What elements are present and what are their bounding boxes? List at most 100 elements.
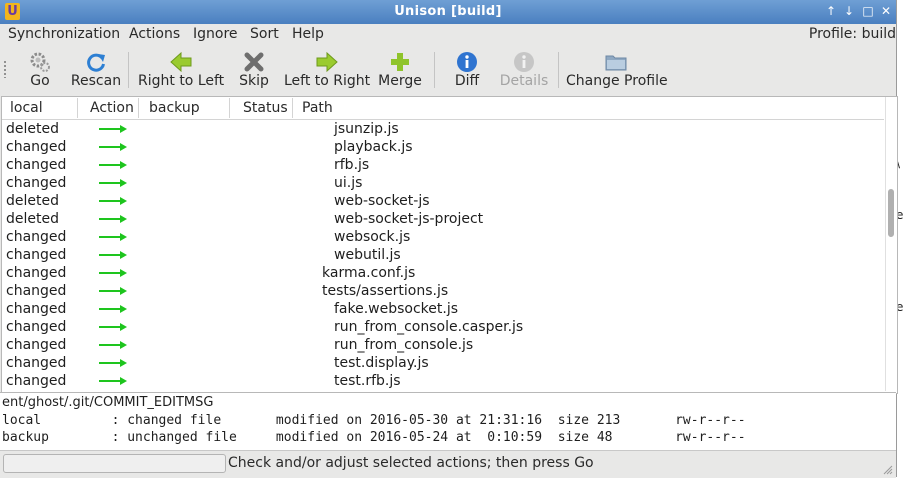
column-local[interactable]: local — [10, 100, 43, 116]
row-local-status: changed — [6, 337, 67, 353]
table-row[interactable]: changed run_from_console.casper.js — [2, 318, 884, 336]
left-to-right-button[interactable]: Left to Right — [284, 48, 370, 92]
action-arrow-right-icon[interactable] — [98, 269, 128, 277]
row-local-status: deleted — [6, 121, 59, 137]
window-up-button[interactable]: ↑ — [823, 3, 839, 19]
table-row[interactable]: changed fake.websocket.js — [2, 300, 884, 318]
toolbar-grip[interactable] — [3, 60, 7, 78]
action-arrow-right-icon[interactable] — [98, 305, 128, 313]
action-arrow-right-icon[interactable] — [98, 179, 128, 187]
action-arrow-right-icon[interactable] — [98, 377, 128, 385]
unison-window: U Unison [build] ↑ ↓ □ ✕ Synchronization… — [0, 0, 898, 478]
vertical-scrollbar[interactable] — [885, 97, 897, 391]
arrow-right-icon — [316, 51, 338, 73]
change-profile-button[interactable]: Change Profile — [566, 48, 668, 92]
action-arrow-right-icon[interactable] — [98, 161, 128, 169]
table-row[interactable]: changed websock.js — [2, 228, 884, 246]
column-divider[interactable] — [77, 98, 78, 118]
title-bar[interactable]: U Unison [build] ↑ ↓ □ ✕ — [0, 0, 896, 24]
resize-grip-icon[interactable] — [883, 465, 893, 475]
action-arrow-right-icon[interactable] — [98, 215, 128, 223]
row-path: rfb.js — [334, 157, 370, 173]
row-path: test.rfb.js — [334, 373, 401, 389]
row-path: webutil.js — [334, 247, 401, 263]
table-row[interactable]: changed rfb.js — [2, 156, 884, 174]
skip-label: Skip — [239, 73, 269, 89]
menu-actions[interactable]: Actions — [129, 26, 180, 42]
column-status[interactable]: Status — [243, 100, 288, 116]
action-arrow-right-icon[interactable] — [98, 359, 128, 367]
toolbar-separator — [558, 52, 559, 88]
status-message: Check and/or adjust selected actions; th… — [228, 455, 594, 471]
rescan-button[interactable]: Rescan — [70, 48, 122, 92]
action-arrow-right-icon[interactable] — [98, 287, 128, 295]
action-arrow-right-icon[interactable] — [98, 251, 128, 259]
action-arrow-right-icon[interactable] — [98, 143, 128, 151]
row-local-status: changed — [6, 301, 67, 317]
maximize-button[interactable]: □ — [860, 3, 876, 19]
action-arrow-right-icon[interactable] — [98, 197, 128, 205]
info-icon — [514, 52, 534, 72]
row-local-status: changed — [6, 175, 67, 191]
menu-sort[interactable]: Sort — [250, 26, 279, 42]
menu-help[interactable]: Help — [292, 26, 324, 42]
action-arrow-right-icon[interactable] — [98, 233, 128, 241]
row-local-status: changed — [6, 265, 67, 281]
file-rows: deleted jsunzip.js changed playback.js chang… — [2, 120, 884, 391]
details-button[interactable]: Details — [496, 48, 552, 92]
row-local-status: changed — [6, 355, 67, 371]
window-down-button[interactable]: ↓ — [841, 3, 857, 19]
right-to-left-label: Right to Left — [138, 73, 225, 89]
table-row[interactable]: changed test.display.js — [2, 354, 884, 372]
go-button[interactable]: Go — [14, 48, 66, 92]
table-row[interactable]: deleted jsunzip.js — [2, 120, 884, 138]
action-arrow-right-icon[interactable] — [98, 341, 128, 349]
rescan-label: Rescan — [70, 73, 122, 89]
table-row[interactable]: changed karma.conf.js — [2, 264, 884, 282]
details-backup-line: backup : unchanged file modified on 2016… — [2, 430, 746, 445]
column-backup[interactable]: backup — [149, 100, 200, 116]
menu-bar: Synchronization Actions Ignore Sort Help… — [0, 24, 896, 46]
action-arrow-right-icon[interactable] — [98, 323, 128, 331]
plus-icon — [391, 53, 409, 71]
toolbar: Go Rescan Right to Left Skip Left to Rig… — [0, 46, 896, 94]
column-path[interactable]: Path — [302, 100, 333, 116]
row-path: run_from_console.casper.js — [334, 319, 524, 335]
row-local-status: deleted — [6, 193, 59, 209]
menu-ignore[interactable]: Ignore — [193, 26, 238, 42]
merge-button[interactable]: Merge — [376, 48, 424, 92]
info-icon — [457, 52, 477, 72]
table-row[interactable]: changed ui.js — [2, 174, 884, 192]
row-path: run_from_console.js — [334, 337, 474, 353]
table-row[interactable]: changed webutil.js — [2, 246, 884, 264]
table-row[interactable]: changed tests/assertions.js — [2, 282, 884, 300]
action-arrow-right-icon[interactable] — [98, 125, 128, 133]
menu-synchronization[interactable]: Synchronization — [8, 26, 120, 42]
left-to-right-label: Left to Right — [284, 73, 371, 89]
table-row[interactable]: deleted web-socket-js-project — [2, 210, 884, 228]
details-label: Details — [499, 73, 549, 89]
details-path: ent/ghost/.git/COMMIT_EDITMSG — [2, 395, 214, 410]
toolbar-separator — [128, 52, 129, 88]
row-local-status: changed — [6, 373, 67, 389]
file-list[interactable]: local Action backup Status Path deleted j… — [1, 96, 898, 394]
close-button[interactable]: ✕ — [878, 3, 894, 19]
table-row[interactable]: changed playback.js — [2, 138, 884, 156]
column-divider[interactable] — [138, 98, 139, 118]
table-row[interactable]: deleted web-socket-js — [2, 192, 884, 210]
skip-button[interactable]: Skip — [230, 48, 278, 92]
right-to-left-button[interactable]: Right to Left — [138, 48, 224, 92]
refresh-icon — [87, 53, 105, 72]
column-divider[interactable] — [229, 98, 230, 118]
row-local-status: changed — [6, 229, 67, 245]
diff-button[interactable]: Diff — [444, 48, 490, 92]
skip-x-icon — [244, 52, 264, 72]
column-action[interactable]: Action — [90, 100, 134, 116]
table-row[interactable]: changed test.rfb.js — [2, 372, 884, 390]
folder-icon — [605, 55, 627, 71]
table-row[interactable]: changed run_from_console.js — [2, 336, 884, 354]
column-divider[interactable] — [292, 98, 293, 118]
row-path: tests/assertions.js — [322, 283, 449, 299]
row-path: web-socket-js-project — [334, 211, 484, 227]
scrollbar-thumb[interactable] — [888, 189, 894, 237]
